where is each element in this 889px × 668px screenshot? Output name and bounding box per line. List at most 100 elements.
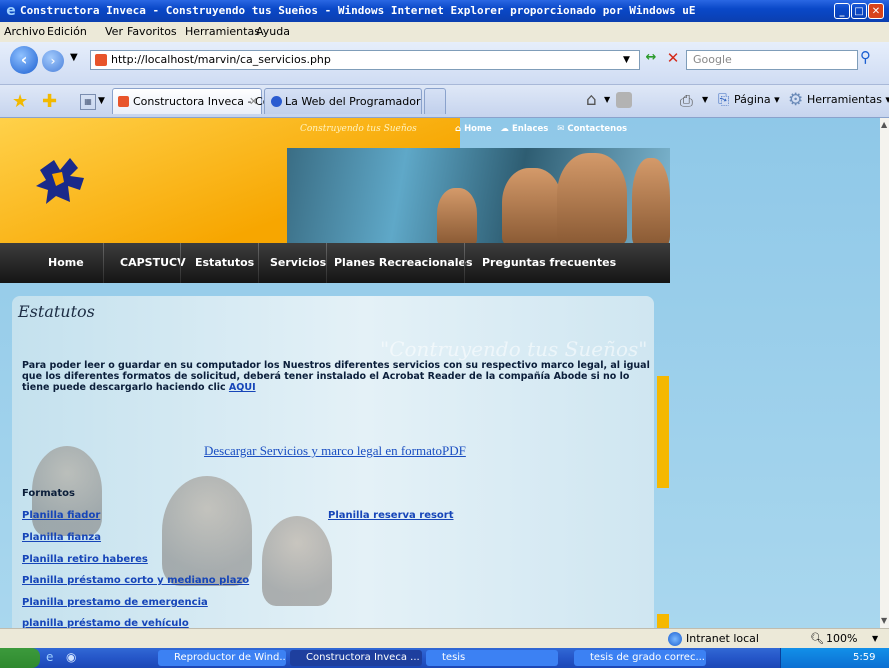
link-planilla-retiro-haberes[interactable]: Planilla retiro haberes [22,554,148,565]
task-constructora[interactable]: Constructora Inveca ... [290,650,422,666]
tools-gear-icon[interactable]: ⚙ [788,90,803,110]
task-label: Reproductor de Wind... [174,652,286,663]
top-home-icon: ⌂ [455,124,462,134]
print-dropdown-icon[interactable]: ▼ [702,95,708,104]
window-title-bar: e Constructora Inveca - Construyendo tus… [0,0,889,22]
address-bar[interactable]: http://localhost/marvin/ca_servicios.php… [90,50,640,70]
menu-ver[interactable]: Ver [105,22,123,42]
page-menu[interactable]: Página ▾ [734,93,780,106]
tab-label: La Web del Programador [285,95,421,108]
new-tab-button[interactable] [424,88,446,114]
main-nav: Home CAPSTUCV Estatutos Servicios Planes… [0,243,670,283]
task-tesis[interactable]: tesis [426,650,558,666]
link-planilla-fiador[interactable]: Planilla fiador [22,510,100,521]
site-favicon-icon [95,54,107,66]
address-url: http://localhost/marvin/ca_servicios.php [111,53,331,66]
page-menu-label: Página [734,93,771,106]
menu-herramientas[interactable]: Herramientas [185,22,260,42]
history-dropdown-icon[interactable]: ▼ [70,52,78,63]
clock: 5:59 [853,652,876,663]
link-planilla-fianza[interactable]: Planilla fianza [22,532,101,543]
tools-menu[interactable]: Herramientas ▾ [807,93,889,106]
top-link-enlaces[interactable]: Enlaces [512,124,548,134]
top-enlaces-icon: ☁ [500,124,510,134]
quicklaunch-icon[interactable]: ◉ [66,650,76,664]
search-input[interactable]: Google [686,50,858,70]
start-button[interactable] [0,648,40,668]
link-planilla-prestamo-vehiculo[interactable]: planilla préstamo de vehículo [22,618,189,628]
menu-favoritos[interactable]: Favoritos [127,22,177,42]
link-planilla-prestamo-corto[interactable]: Planilla préstamo corto y mediano plazo [22,575,249,586]
task-label: Constructora Inveca ... [306,652,420,663]
header-slogan: Construyendo tus Sueños [300,124,417,134]
tools-menu-label: Herramientas [807,93,882,106]
close-window-button[interactable]: ✕ [868,3,884,19]
acrobat-download-link[interactable]: AQUI [229,382,256,393]
print-icon[interactable]: ⎙ [680,91,693,111]
ie-icon: e [6,3,16,19]
task-reproductor[interactable]: Reproductor de Wind... [158,650,286,666]
formatos-heading: Formatos [22,488,75,499]
scroll-up-icon[interactable]: ▲ [881,120,887,129]
menu-archivo[interactable]: Archivo [4,22,45,42]
nav-estatutos[interactable]: Estatutos [195,243,254,283]
favorites-star-icon[interactable]: ★ [12,91,28,112]
nav-planes-recreacionales[interactable]: Planes Recreacionales [334,243,473,283]
maximize-button[interactable]: □ [851,3,867,19]
web-page: Construyendo tus Sueños ⌂ Home ☁ Enlaces… [0,118,880,628]
accent-bar [657,614,669,628]
close-tab-icon[interactable]: ✕ [249,89,258,115]
search-placeholder: Google [693,53,732,66]
scroll-down-icon[interactable]: ▼ [881,616,887,625]
task-label: tesis de grado correc... [590,652,705,663]
top-link-home[interactable]: Home [464,124,492,134]
system-tray: 5:59 [780,648,889,668]
intro-text: Para poder leer o guardar en su computad… [22,360,652,393]
status-bar: Intranet local 🔍︎ 100% ▼ [0,628,889,649]
slogan-watermark: "Contruyendo tus Sueños" [380,337,648,361]
tab-web-programador[interactable]: La Web del Programador [264,88,422,114]
refresh-icon[interactable]: ↔ [642,49,660,67]
link-planilla-prestamo-emergencia[interactable]: Planilla prestamo de emergencia [22,597,208,608]
forward-arrow-icon[interactable]: › [42,50,64,72]
zoom-dropdown-icon[interactable]: ▼ [872,629,878,649]
link-planilla-reserva-resort[interactable]: Planilla reserva resort [328,510,454,521]
accent-bar [657,376,669,488]
address-dropdown-icon[interactable]: ▼ [623,51,630,69]
top-link-contactenos[interactable]: Contactenos [567,124,627,134]
page-icon[interactable]: ⎘ [718,92,729,108]
menu-ayuda[interactable]: Ayuda [256,22,290,42]
security-zone: Intranet local [686,632,759,645]
menu-edicion[interactable]: Edición [47,22,87,42]
menu-bar: Archivo Edición Ver Favoritos Herramient… [0,22,889,42]
vertical-scrollbar[interactable]: ▲ ▼ [880,118,889,628]
task-tesis-grado[interactable]: tesis de grado correc... [574,650,706,666]
quick-tabs-icon[interactable]: ▦ [80,94,96,110]
nav-capstucv[interactable]: CAPSTUCV [120,243,186,283]
nav-preguntas-frecuentes[interactable]: Preguntas frecuentes [482,243,616,283]
tab-list-dropdown-icon[interactable]: ▼ [98,96,105,106]
search-icon[interactable]: ⚲ [860,48,871,66]
stop-icon[interactable]: ✕ [664,49,682,67]
page-title: Estatutos [18,302,95,321]
home-dropdown-icon[interactable]: ▼ [604,95,610,104]
nav-servicios[interactable]: Servicios [270,243,326,283]
nav-home[interactable]: Home [48,243,84,283]
quicklaunch-ie-icon[interactable]: e [46,650,53,664]
beach-photo [287,148,670,245]
zoom-level[interactable]: 100% [826,629,857,649]
intranet-globe-icon [668,632,682,646]
back-arrow-icon[interactable]: ‹ [10,46,38,74]
add-favorite-icon[interactable]: ✚ [42,91,57,112]
company-logo [36,158,84,204]
zoom-icon: 🔍︎ [810,632,824,645]
home-icon[interactable]: ⌂ [586,90,597,110]
pdf-download-link[interactable]: Descargar Servicios y marco legal en for… [204,443,466,459]
window-title: Constructora Inveca - Construyendo tus S… [20,4,696,17]
minimize-button[interactable]: _ [834,3,850,19]
top-links: ⌂ Home ☁ Enlaces ✉ Contactenos [455,124,627,140]
tab-constructora[interactable]: Constructora Inveca - Co... ✕ [112,88,280,115]
top-mail-icon: ✉ [557,124,565,134]
intro-paragraph: Para poder leer o guardar en su computad… [22,360,650,393]
feeds-icon[interactable] [616,92,632,108]
